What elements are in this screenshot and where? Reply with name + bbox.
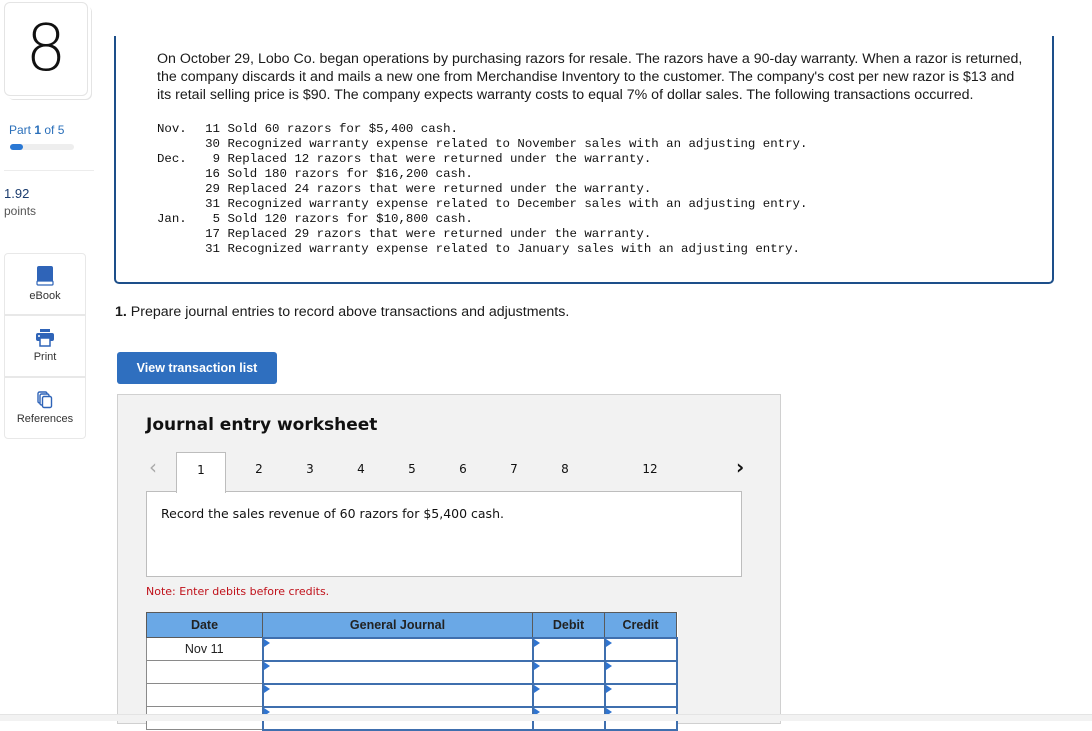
worksheet-tab-6[interactable]: 6	[446, 452, 480, 492]
printer-icon	[36, 329, 54, 347]
column-header-debit: Debit	[532, 612, 605, 638]
account-input[interactable]	[261, 636, 534, 662]
worksheet-tab-4[interactable]: 4	[344, 452, 378, 492]
print-label: Print	[33, 351, 57, 363]
transaction-day: 5	[212, 212, 220, 226]
worksheet-tab-1[interactable]: 1	[176, 452, 226, 493]
transaction-row: 31 Recognized warranty expense related t…	[157, 197, 807, 212]
instruction-number: 1.	[115, 304, 127, 320]
entry-prompt: Record the sales revenue of 60 razors fo…	[161, 506, 504, 521]
debit-input[interactable]	[531, 659, 606, 685]
debit-input[interactable]	[531, 636, 606, 662]
references-icon	[37, 391, 53, 409]
sidebar-divider	[4, 170, 94, 171]
ebook-button[interactable]: eBook	[4, 253, 86, 315]
transaction-day: 31	[205, 197, 220, 211]
debits-note: Note: Enter debits before credits.	[146, 585, 330, 598]
transaction-row: 31 Recognized warranty expense related t…	[157, 242, 807, 257]
references-button[interactable]: References	[4, 377, 86, 439]
transaction-row: Dec. 9 Replaced 12 razors that were retur…	[157, 152, 807, 167]
part-progress-bar	[10, 144, 74, 150]
column-header-credit: Credit	[604, 612, 677, 638]
next-entry-chevron-icon[interactable]: ›	[736, 455, 744, 479]
worksheet-tab-3[interactable]: 3	[293, 452, 327, 492]
transaction-row: 17 Replaced 29 razors that were returned…	[157, 227, 807, 242]
transaction-day: 16	[205, 167, 220, 181]
instruction-text: Prepare journal entries to record above …	[126, 304, 570, 320]
transaction-day: 17	[205, 227, 220, 241]
transaction-text: Sold 60 razors for $5,400 cash.	[227, 122, 458, 136]
transaction-row: 16 Sold 180 razors for $16,200 cash.	[157, 167, 807, 182]
transaction-text: Replaced 29 razors that were returned un…	[227, 227, 652, 241]
transaction-row: Jan. 5 Sold 120 razors for $10,800 cash.	[157, 212, 807, 227]
debit-input[interactable]	[531, 682, 606, 708]
book-icon	[36, 266, 54, 286]
worksheet-tab-7[interactable]: 7	[497, 452, 531, 492]
problem-text: On October 29, Lobo Co. began operations…	[157, 51, 1023, 103]
date-cell: Nov 11	[146, 637, 263, 661]
date-cell	[146, 660, 263, 684]
problem-box: On October 29, Lobo Co. began operations…	[114, 36, 1054, 284]
transaction-row: 30 Recognized warranty expense related t…	[157, 137, 807, 152]
worksheet-tab-8[interactable]: 8	[548, 452, 582, 492]
transaction-day: 11	[205, 122, 220, 136]
prev-entry-chevron-icon[interactable]: ‹	[149, 455, 157, 479]
transaction-day: 30	[205, 137, 220, 151]
worksheet-tab-12[interactable]: 12	[633, 452, 667, 492]
points-label: points	[4, 204, 37, 218]
date-cell	[146, 683, 263, 707]
transaction-list: Nov. 11 Sold 60 razors for $5,400 cash. 30…	[157, 122, 807, 257]
transaction-text: Recognized warranty expense related to J…	[227, 242, 800, 256]
worksheet-tab-5[interactable]: 5	[395, 452, 429, 492]
transaction-text: Sold 180 razors for $16,200 cash.	[227, 167, 473, 181]
references-label: References	[16, 413, 74, 425]
print-button[interactable]: Print	[4, 315, 86, 377]
transaction-row: Nov. 11 Sold 60 razors for $5,400 cash.	[157, 122, 807, 137]
journal-row	[146, 682, 678, 708]
transaction-day: 29	[205, 182, 220, 196]
points-value: 1.92	[4, 186, 30, 201]
transaction-row: 29 Replaced 24 razors that were returned…	[157, 182, 807, 197]
credit-input[interactable]	[603, 636, 678, 662]
transaction-month: Dec.	[157, 152, 187, 166]
question-number: 8	[25, 12, 67, 86]
credit-input[interactable]	[603, 659, 678, 685]
question-number-card: 8	[4, 2, 88, 96]
part-progress-fill	[10, 144, 23, 150]
column-header-date: Date	[146, 612, 263, 638]
part-indicator: Part 1 of 5	[9, 123, 65, 137]
bottom-bar	[0, 714, 1092, 721]
column-header-general-journal: General Journal	[262, 612, 533, 638]
journal-table: Date General Journal Debit Credit Nov 11	[146, 612, 678, 731]
transaction-text: Replaced 24 razors that were returned un…	[227, 182, 652, 196]
ebook-label: eBook	[29, 290, 61, 302]
transaction-day: 9	[212, 152, 220, 166]
transaction-month: Jan.	[157, 212, 187, 226]
view-transaction-list-button[interactable]: View transaction list	[117, 352, 277, 384]
transaction-text: Replaced 12 razors that were returned un…	[227, 152, 652, 166]
instruction: 1. Prepare journal entries to record abo…	[115, 304, 569, 320]
transaction-text: Recognized warranty expense related to D…	[227, 197, 808, 211]
journal-row: Nov 11	[146, 636, 678, 662]
credit-input[interactable]	[603, 682, 678, 708]
account-input[interactable]	[261, 682, 534, 708]
transaction-month: Nov.	[157, 122, 187, 136]
journal-entry-worksheet: Journal entry worksheet ‹ 1 2 3 4 5 6 7 8 12 › R…	[117, 394, 781, 731]
entry-prompt-panel: Record the sales revenue of 60 razors fo…	[146, 491, 742, 577]
worksheet-title: Journal entry worksheet	[146, 415, 378, 435]
transaction-day: 31	[205, 242, 220, 256]
transaction-text: Recognized warranty expense related to N…	[227, 137, 808, 151]
journal-row	[146, 659, 678, 685]
transaction-text: Sold 120 razors for $10,800 cash.	[227, 212, 473, 226]
worksheet-tab-2[interactable]: 2	[242, 452, 276, 492]
account-input[interactable]	[261, 659, 534, 685]
